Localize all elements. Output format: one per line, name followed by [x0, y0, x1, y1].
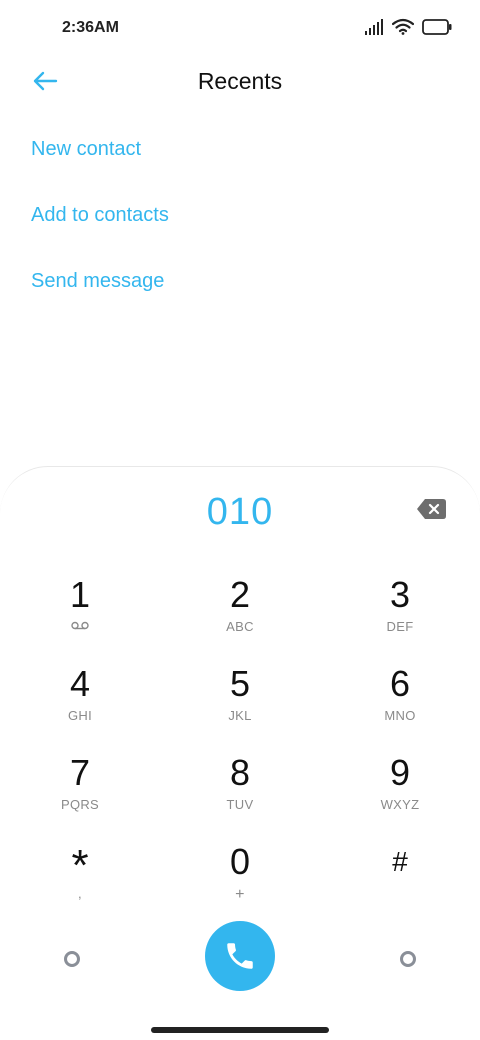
- key-6[interactable]: 6 MNO: [320, 664, 480, 753]
- key-letters: +: [235, 886, 245, 903]
- key-digit: *: [71, 841, 89, 890]
- key-digit: #: [392, 846, 408, 877]
- actions-list: New contact Add to contacts Send message: [31, 136, 169, 334]
- key-digit: 9: [389, 752, 411, 793]
- keypad-row: 7 PQRS 8 TUV 9 WXYZ: [0, 753, 480, 842]
- key-5[interactable]: 5 JKL: [160, 664, 320, 753]
- dialed-number: 010: [206, 491, 274, 533]
- key-letters: WXYZ: [380, 797, 420, 812]
- send-message-link[interactable]: Send message: [31, 268, 169, 334]
- key-letters: ,: [78, 886, 82, 901]
- dialpad-bottom-bar: [0, 921, 480, 995]
- voicemail-icon: [71, 621, 89, 630]
- key-digit: 3: [389, 574, 411, 615]
- key-letters: TUV: [226, 797, 254, 812]
- add-to-contacts-link[interactable]: Add to contacts: [31, 202, 169, 268]
- key-9[interactable]: 9 WXYZ: [320, 753, 480, 842]
- key-0[interactable]: 0 +: [160, 842, 320, 931]
- key-hash[interactable]: #: [320, 842, 480, 931]
- key-letters: JKL: [228, 708, 252, 723]
- battery-icon: [422, 18, 452, 35]
- key-8[interactable]: 8 TUV: [160, 753, 320, 842]
- backspace-icon: [417, 499, 446, 519]
- key-digit: 4: [69, 663, 91, 704]
- status-icons: [364, 18, 452, 35]
- header: Recents: [0, 56, 480, 108]
- key-letters: [320, 886, 480, 902]
- key-7[interactable]: 7 PQRS: [0, 753, 160, 842]
- key-digit: 7: [69, 752, 91, 793]
- new-contact-link[interactable]: New contact: [31, 136, 169, 202]
- key-letters: MNO: [384, 708, 416, 723]
- keypad: 1 2 ABC 3 DEF 4 GHI 5 JKL 6 MNO 7 PQRS 8…: [0, 575, 480, 931]
- key-digit: 1: [69, 574, 91, 615]
- key-2[interactable]: 2 ABC: [160, 575, 320, 664]
- signal-icon: [365, 18, 383, 35]
- phone-icon: [227, 943, 253, 969]
- key-letters: ABC: [226, 619, 254, 634]
- key-letters: DEF: [386, 619, 414, 634]
- key-digit: 8: [229, 752, 251, 793]
- key-star[interactable]: * ,: [0, 842, 160, 931]
- key-digit: 5: [229, 663, 251, 704]
- keypad-row: * , 0 + #: [0, 842, 480, 931]
- key-digit: 6: [389, 663, 411, 704]
- status-time: 2:36AM: [62, 19, 119, 36]
- keypad-row: 4 GHI 5 JKL 6 MNO: [0, 664, 480, 753]
- wifi-icon: [392, 18, 414, 35]
- key-letters: PQRS: [60, 797, 100, 812]
- call-button[interactable]: [205, 921, 275, 991]
- status-bar: 2:36AM: [0, 0, 480, 56]
- dialpad-panel: 010 1 2 ABC 3 DEF 4 GHI 5 JKL 6 MNO 7 PQ…: [0, 466, 480, 1040]
- right-circle-button[interactable]: [400, 951, 416, 967]
- left-circle-button[interactable]: [64, 951, 80, 967]
- home-indicator[interactable]: [151, 1027, 329, 1033]
- keypad-row: 1 2 ABC 3 DEF: [0, 575, 480, 664]
- key-digit: 0: [229, 841, 251, 882]
- key-1[interactable]: 1: [0, 575, 160, 664]
- backspace-button[interactable]: [416, 498, 447, 520]
- key-letters: GHI: [67, 708, 92, 723]
- page-title: Recents: [197, 68, 283, 94]
- key-digit: 2: [229, 574, 251, 615]
- key-4[interactable]: 4 GHI: [0, 664, 160, 753]
- key-3[interactable]: 3 DEF: [320, 575, 480, 664]
